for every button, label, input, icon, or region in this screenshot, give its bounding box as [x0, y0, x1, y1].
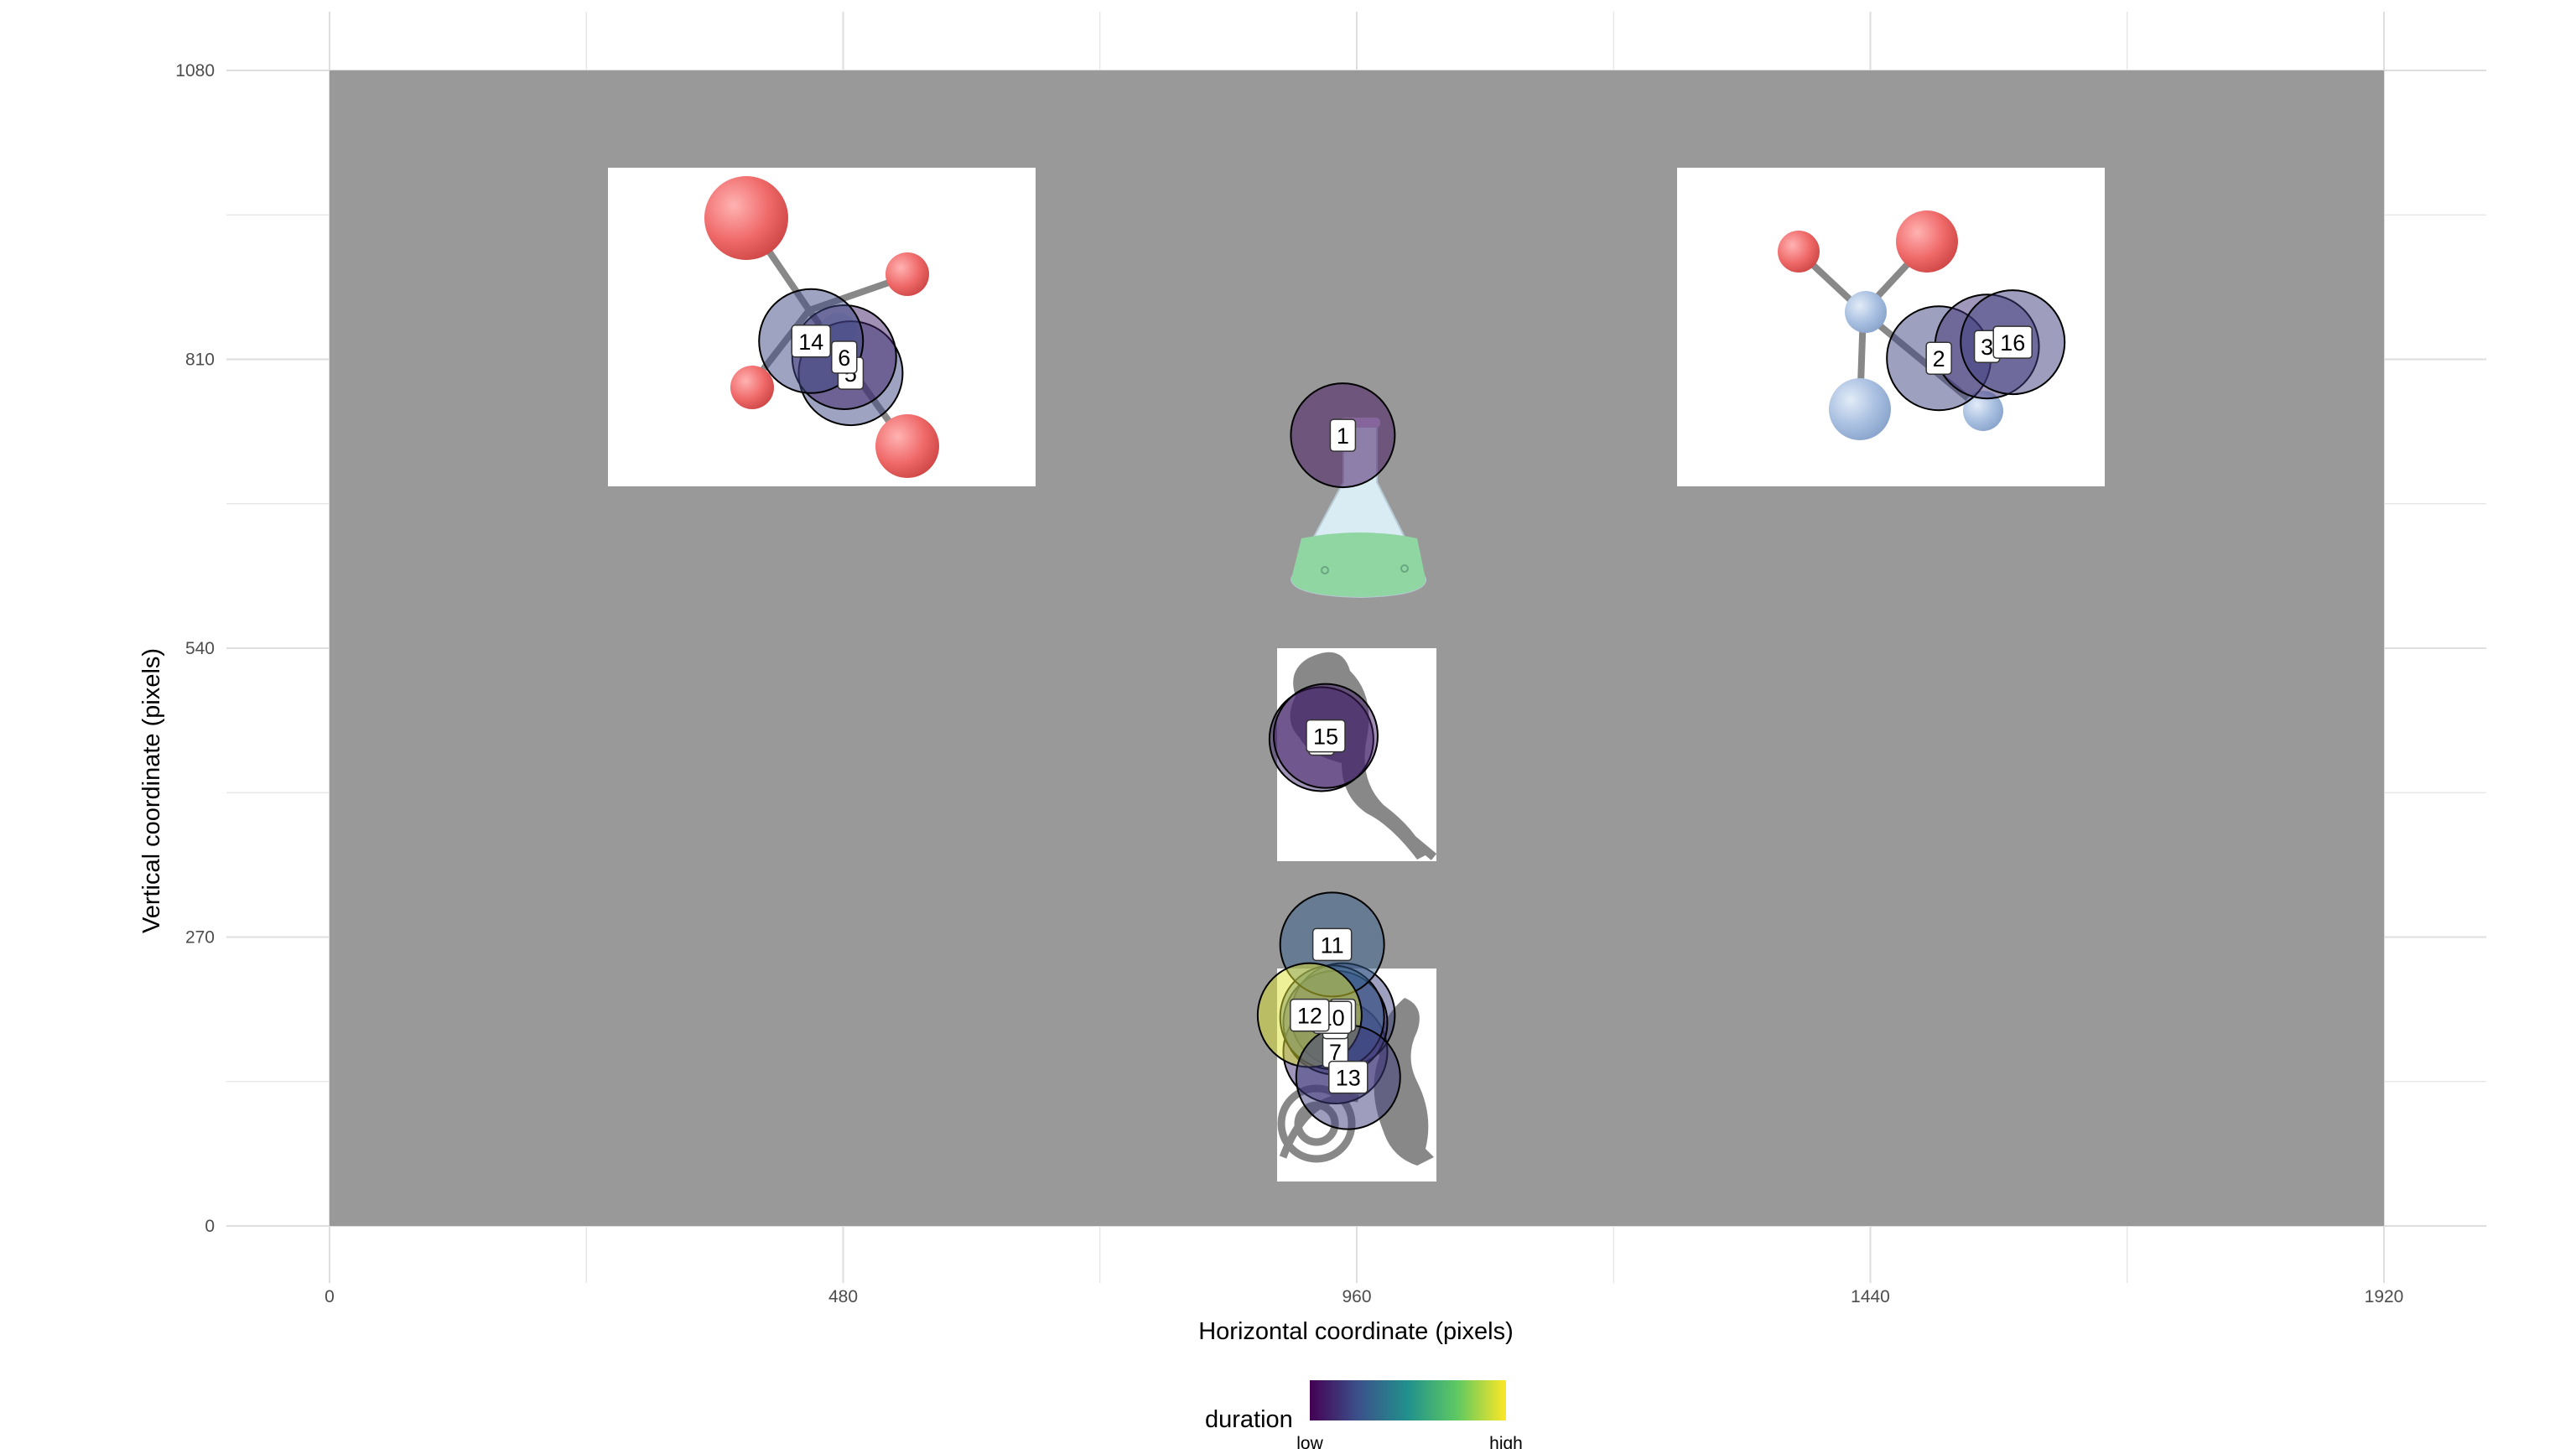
legend-colorbar [1310, 1380, 1506, 1420]
point-label: 2 [1933, 346, 1945, 371]
x-tick-label: 480 [828, 1287, 858, 1306]
y-tick-label: 1080 [175, 61, 215, 80]
point-label: 11 [1321, 932, 1344, 958]
y-tick-label: 810 [185, 351, 215, 370]
y-tick-label: 540 [185, 639, 215, 658]
point-label: 3 [1981, 335, 1993, 360]
x-axis-title: Horizontal coordinate (pixels) [1198, 1318, 1514, 1345]
point-label: 6 [838, 345, 850, 371]
x-tick-label: 960 [1342, 1287, 1371, 1306]
legend: duration low high [1205, 1380, 1523, 1449]
point-label: 15 [1313, 724, 1338, 750]
y-tick-label: 0 [205, 1217, 215, 1236]
x-tick-label: 1920 [2365, 1287, 2404, 1306]
point-label: 13 [1336, 1066, 1361, 1091]
legend-high-label: high [1489, 1434, 1523, 1449]
y-tick-label: 270 [185, 928, 215, 948]
point-label: 16 [2000, 330, 2025, 356]
y-axis-title: Vertical coordinate (pixels) [138, 648, 165, 933]
legend-title: duration [1205, 1406, 1293, 1433]
chart: 12345678910111213141516 0480960144019200… [138, 12, 2486, 1449]
point-label: 1 [1337, 423, 1349, 449]
x-tick-label: 0 [325, 1287, 335, 1306]
x-tick-label: 1440 [1851, 1287, 1890, 1306]
point-label: 14 [798, 330, 823, 355]
legend-low-label: low [1296, 1434, 1323, 1449]
point-label: 12 [1297, 1004, 1322, 1029]
